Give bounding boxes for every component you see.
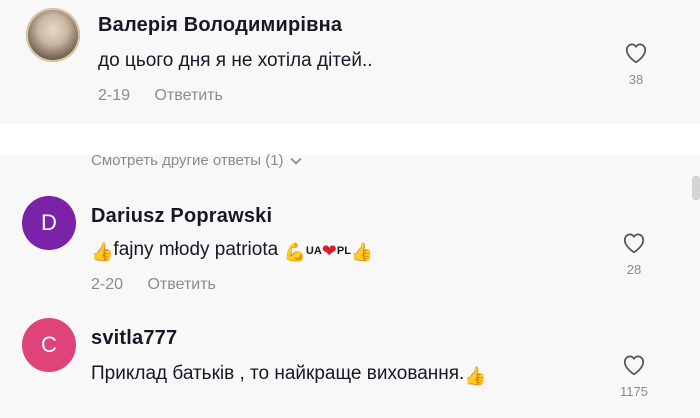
like-button[interactable]: 28	[614, 230, 654, 277]
heart-outline-icon	[623, 355, 645, 376]
like-button[interactable]: 38	[616, 40, 656, 87]
heart-outline-icon	[623, 233, 645, 254]
thumbs-up-emoji: 👍	[91, 242, 114, 262]
comment-author[interactable]: Валерія Володимирівна	[98, 14, 342, 37]
avatar-letter: D	[41, 210, 57, 235]
reply-button[interactable]: Ответить	[147, 276, 215, 293]
comment-text: до цього дня я не хотіла дітей..	[98, 50, 373, 71]
heart-outline-icon	[625, 43, 647, 64]
thumbs-up-emoji: 👍	[350, 242, 374, 262]
chevron-down-icon	[289, 152, 302, 169]
comment-item: C svitla777 Приклад батьків , то найкращ…	[0, 310, 700, 418]
thumbs-up-emoji: 👍	[464, 366, 487, 386]
avatar[interactable]: C	[22, 318, 76, 372]
comment-author[interactable]: Dariusz Poprawski	[91, 205, 272, 228]
comment-item: Валерія Володимирівна до цього дня я не …	[0, 0, 700, 124]
heart-emoji: ❤	[321, 241, 337, 261]
avatar-letter: C	[41, 332, 57, 357]
comment-item: D Dariusz Poprawski 👍fajny młody patriot…	[0, 190, 700, 300]
comment-text: Приклад батьків , то найкраще виховання.…	[91, 363, 487, 386]
pl-label: PL	[336, 245, 351, 257]
reply-button[interactable]: Ответить	[154, 87, 222, 104]
like-count: 1175	[620, 384, 648, 399]
muscle-emoji: 💪	[283, 242, 306, 262]
ua-label: UA	[305, 245, 322, 257]
view-more-replies-label: Смотреть другие ответы (1)	[91, 152, 284, 169]
comment-meta: 2-20 Ответить	[91, 276, 216, 294]
comment-date: 2-20	[91, 276, 124, 293]
comment-date: 2-19	[98, 87, 131, 104]
view-more-replies-button[interactable]: Смотреть другие ответы (1)	[91, 152, 302, 169]
like-count: 28	[626, 262, 642, 277]
like-count: 38	[628, 72, 644, 87]
avatar[interactable]: D	[22, 196, 76, 250]
like-button[interactable]: 1175	[614, 352, 654, 399]
comment-text: 👍fajny młody patriota 💪UA❤PL👍	[91, 239, 374, 262]
comments-panel: Валерія Володимирівна до цього дня я не …	[0, 0, 700, 418]
divider	[0, 124, 700, 155]
comment-author[interactable]: svitla777	[91, 327, 177, 350]
avatar[interactable]	[26, 8, 80, 62]
comment-meta: 2-19 Ответить	[98, 87, 223, 105]
